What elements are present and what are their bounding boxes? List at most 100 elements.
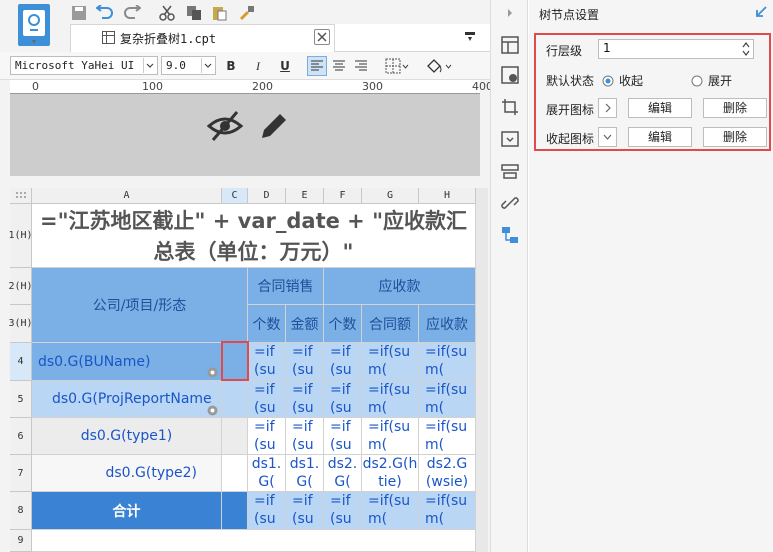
hyperlink-icon[interactable] <box>501 194 519 212</box>
font-size-select[interactable]: 9.0 <box>161 56 216 75</box>
tree-node-icon[interactable] <box>501 226 519 244</box>
vertical-scrollbar[interactable] <box>476 188 488 552</box>
edit-expand-icon-button[interactable]: 编辑 <box>628 98 692 118</box>
delete-collapse-icon-button[interactable]: 删除 <box>703 127 767 147</box>
cell-formula[interactable]: ds1.G( <box>286 455 324 492</box>
cell-formula[interactable]: =if(sum( <box>419 492 476 530</box>
cell-c5[interactable] <box>222 381 248 418</box>
close-tab-icon[interactable] <box>314 29 330 45</box>
column-header-e[interactable]: E <box>286 188 324 204</box>
cell-formula[interactable]: ds1.G( <box>248 455 286 492</box>
cell-c6[interactable] <box>222 418 248 455</box>
cell-formula[interactable]: =if(sum( <box>419 343 476 381</box>
row-header[interactable]: 4 <box>10 343 32 381</box>
cell-formula[interactable]: =if(su <box>248 343 286 381</box>
column-header-h[interactable]: H <box>419 188 476 204</box>
cell-bu-name[interactable]: ds0.G(BUName) <box>32 343 222 381</box>
tab-options-icon[interactable] <box>465 32 477 44</box>
select-all-corner[interactable] <box>10 188 32 204</box>
cell-formula[interactable]: =if(sum( <box>419 381 476 418</box>
edit-pencil-icon[interactable] <box>258 110 290 142</box>
radio-checked-icon[interactable] <box>602 75 614 87</box>
cell-formula[interactable]: ds2.G(htie) <box>362 455 419 492</box>
underline-button[interactable]: U <box>275 56 295 76</box>
cell-formula[interactable]: =if(sum( <box>362 381 419 418</box>
header-receivable-amount[interactable]: 应收款 <box>419 305 476 343</box>
radio-unchecked-icon[interactable] <box>691 75 703 87</box>
row-header[interactable]: 6 <box>10 418 32 455</box>
cell-formula[interactable]: =if(su <box>324 343 362 381</box>
radio-expand[interactable]: 展开 <box>691 72 732 89</box>
delete-expand-icon-button[interactable]: 删除 <box>703 98 767 118</box>
cell-formula[interactable]: =if(su <box>286 381 324 418</box>
row-header[interactable]: 9 <box>10 530 32 552</box>
header-count[interactable]: 个数 <box>248 305 286 343</box>
column-header-f[interactable]: F <box>324 188 362 204</box>
header-company[interactable]: 公司/项目/形态 <box>32 268 248 343</box>
cell-formula[interactable]: =if(su <box>286 343 324 381</box>
column-header-d[interactable]: D <box>248 188 286 204</box>
column-header-c[interactable]: C <box>222 188 248 204</box>
level-stepper[interactable]: 1 <box>598 39 754 59</box>
cell-project-name[interactable]: ds0.G(ProjReportName <box>32 381 222 418</box>
chevron-right-icon[interactable] <box>501 4 519 22</box>
undo-icon[interactable] <box>94 2 116 24</box>
empty-row[interactable] <box>32 530 476 552</box>
row-header[interactable]: 8 <box>10 492 32 530</box>
edit-collapse-icon-button[interactable]: 编辑 <box>628 127 692 147</box>
cell-c8[interactable] <box>222 492 248 530</box>
bold-button[interactable]: B <box>221 56 241 76</box>
header-contract-sales[interactable]: 合同销售 <box>248 268 324 305</box>
copy-icon[interactable] <box>183 2 205 24</box>
cell-formula[interactable]: =if(su <box>248 492 286 530</box>
row-header[interactable]: 5 <box>10 381 32 418</box>
header-contract-amount[interactable]: 合同额 <box>362 305 419 343</box>
cell-c7[interactable] <box>222 455 248 492</box>
cell-formula[interactable]: ds2.G(wsie) <box>419 455 476 492</box>
widget-icon[interactable] <box>501 130 519 148</box>
align-right-button[interactable] <box>352 57 370 75</box>
header-count[interactable]: 个数 <box>324 305 362 343</box>
column-header-a[interactable]: A <box>32 188 222 204</box>
row-header[interactable]: 1(H) <box>8 204 33 268</box>
row-header[interactable]: 7 <box>10 455 32 492</box>
format-painter-icon[interactable] <box>236 2 258 24</box>
cell-formula[interactable]: =if(su <box>286 492 324 530</box>
header-receivables[interactable]: 应收款 <box>324 268 476 305</box>
cell-info-icon[interactable] <box>501 66 519 84</box>
report-title-formula[interactable]: ="江苏地区截止" + var_date + "应收款汇总表（单位：万元）" <box>32 204 476 268</box>
header-amount[interactable]: 金额 <box>286 305 324 343</box>
cell-formula[interactable]: =if(su <box>248 381 286 418</box>
chevron-down-icon[interactable]: ▾ <box>25 37 43 46</box>
condition-icon[interactable] <box>501 162 519 180</box>
cell-formula[interactable]: =if(su <box>324 381 362 418</box>
cell-formula[interactable]: =if(sum( <box>362 418 419 455</box>
cell-formula[interactable]: ds2.G( <box>324 455 362 492</box>
crop-icon[interactable] <box>501 98 519 116</box>
redo-icon[interactable] <box>121 2 143 24</box>
paste-icon[interactable] <box>208 2 230 24</box>
cell-formula[interactable]: =if(su <box>324 418 362 455</box>
cell-total-label[interactable]: 合计 <box>32 492 222 530</box>
column-header-g[interactable]: G <box>362 188 419 204</box>
align-center-button[interactable] <box>330 57 348 75</box>
hide-visibility-icon[interactable] <box>207 110 243 142</box>
cell-formula[interactable]: =if(sum( <box>362 492 419 530</box>
align-left-button[interactable] <box>307 56 327 76</box>
cell-formula[interactable]: =if(su <box>324 492 362 530</box>
cell-formula[interactable]: =if(sum( <box>419 418 476 455</box>
collapse-panel-icon[interactable] <box>755 6 767 18</box>
cell-type1[interactable]: ds0.G(type1) <box>32 418 222 455</box>
cut-icon[interactable] <box>156 2 178 24</box>
cell-formula[interactable]: =if(su <box>248 418 286 455</box>
cell-formula[interactable]: =if(sum( <box>362 343 419 381</box>
row-header[interactable]: 3(H) <box>8 305 33 343</box>
fill-color-icon[interactable] <box>424 56 454 76</box>
cell-attributes-icon[interactable] <box>501 36 519 54</box>
stepper-arrows-icon[interactable] <box>741 41 751 57</box>
save-icon[interactable] <box>68 2 90 24</box>
border-icon[interactable] <box>384 57 410 75</box>
italic-button[interactable]: I <box>248 56 268 76</box>
font-family-select[interactable]: Microsoft YaHei UI <box>10 56 158 75</box>
cell-type2[interactable]: ds0.G(type2) <box>32 455 222 492</box>
